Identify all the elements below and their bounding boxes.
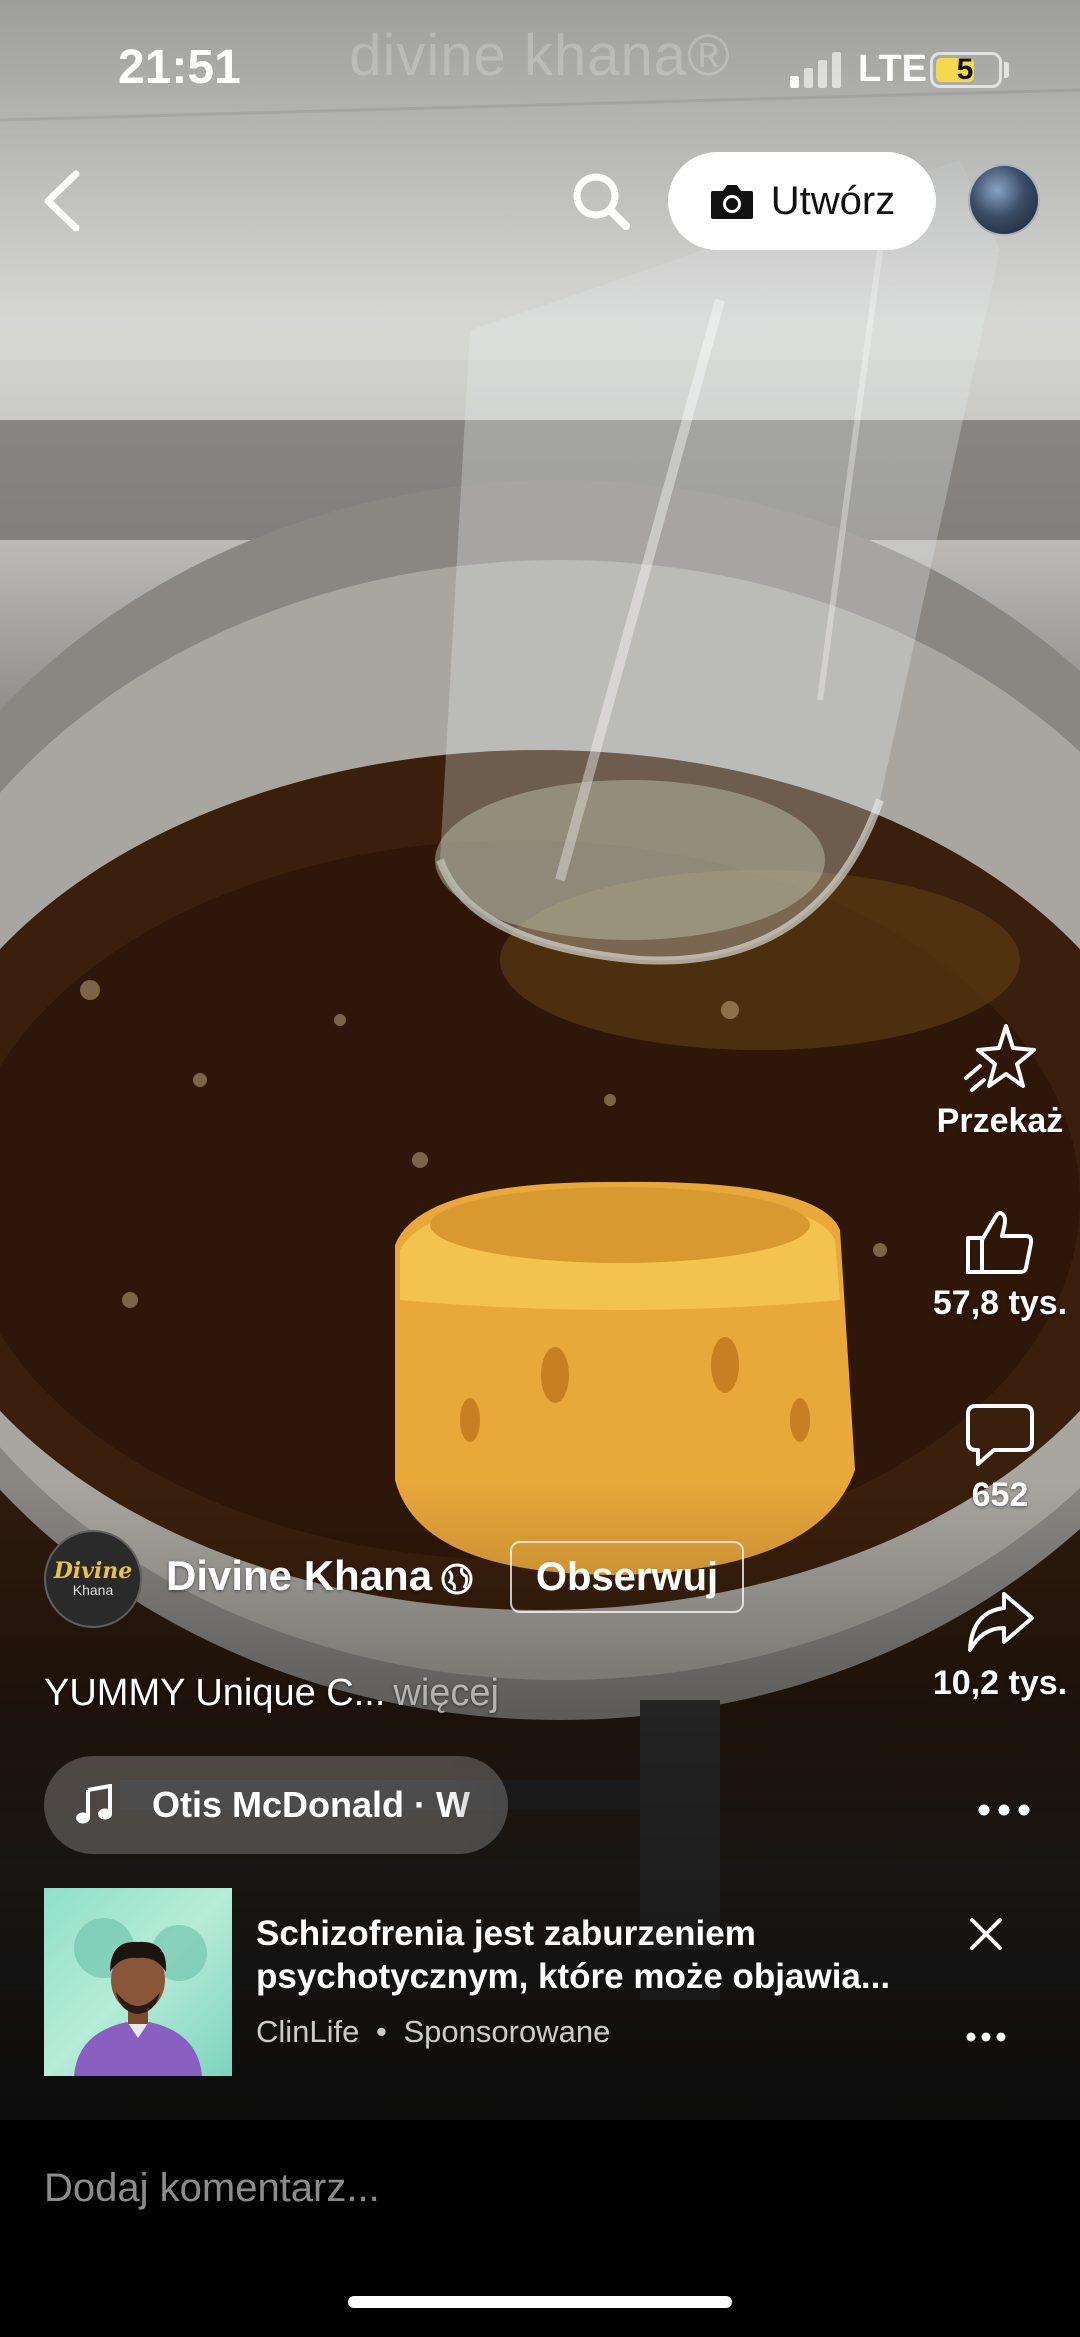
caption-text: YUMMY Unique C... [44,1672,386,1714]
battery-icon: 5 [930,52,1002,88]
star-boost-icon [964,1024,1036,1092]
author-logo-line1: Divine [53,1558,133,1584]
camera-icon [710,185,753,219]
comment-count: 652 [971,1476,1029,1514]
network-type: LTE [858,48,927,90]
caption-more-link[interactable]: więcej [393,1672,499,1714]
close-icon[interactable] [964,1912,1008,1956]
create-button-label: Utwórz [770,178,896,223]
globe-icon [441,1563,473,1595]
sponsored-ad-card[interactable]: Schizofrenia jest zaburzeniem psychotycz… [0,1880,1080,2120]
battery-cap [1004,62,1009,78]
chevron-left-icon [44,170,80,232]
search-icon [573,173,630,230]
music-pill[interactable]: Otis McDonald · W [44,1756,508,1854]
ad-sponsored-label: Sponsorowane [403,2014,611,2049]
signal-icon [790,52,846,88]
share-count: 10,2 tys. [932,1664,1068,1702]
author-logo-line2: Khana [72,1582,114,1598]
music-note-icon [76,1784,112,1824]
author-avatar[interactable]: Divine Khana [44,1530,142,1628]
comment-bubble-icon [966,1404,1034,1466]
share-arrow-icon [968,1592,1034,1652]
music-fade [448,1756,508,1854]
follow-button[interactable]: Obserwuj [510,1541,744,1613]
comment-input[interactable] [44,2158,944,2218]
ad-separator: • [376,2014,387,2049]
home-indicator[interactable] [348,2296,732,2308]
search-button[interactable] [568,168,634,234]
like-button[interactable]: 57,8 tys. [920,1208,1080,1323]
music-track-text: Otis McDonald · W [152,1784,470,1825]
ad-advertiser[interactable]: ClinLife [256,2014,359,2049]
battery-percent: 5 [956,53,974,86]
profile-avatar[interactable] [968,164,1040,236]
status-time: 21:51 [118,41,241,94]
back-button[interactable] [36,166,96,236]
more-options-icon[interactable] [976,1800,1032,1820]
thumbs-up-icon [966,1211,1034,1274]
ad-more-options-icon[interactable] [966,2030,1006,2044]
ad-meta: ClinLife • Sponsorowane [256,2014,610,2050]
video-caption[interactable]: YUMMY Unique C... więcej [44,1672,499,1715]
boost-label: Przekaż [936,1102,1064,1140]
ad-thumbnail[interactable] [44,1888,232,2076]
author-name[interactable]: Divine Khana [166,1552,432,1600]
ad-title[interactable]: Schizofrenia jest zaburzeniem psychotycz… [256,1912,936,1998]
share-button[interactable]: 10,2 tys. [920,1588,1080,1703]
boost-button[interactable]: Przekaż [920,1020,1080,1141]
like-count: 57,8 tys. [932,1284,1068,1322]
create-button[interactable]: Utwórz [668,152,936,250]
ad-person-illustration [74,1918,207,2076]
comment-button[interactable]: 652 [920,1400,1080,1515]
